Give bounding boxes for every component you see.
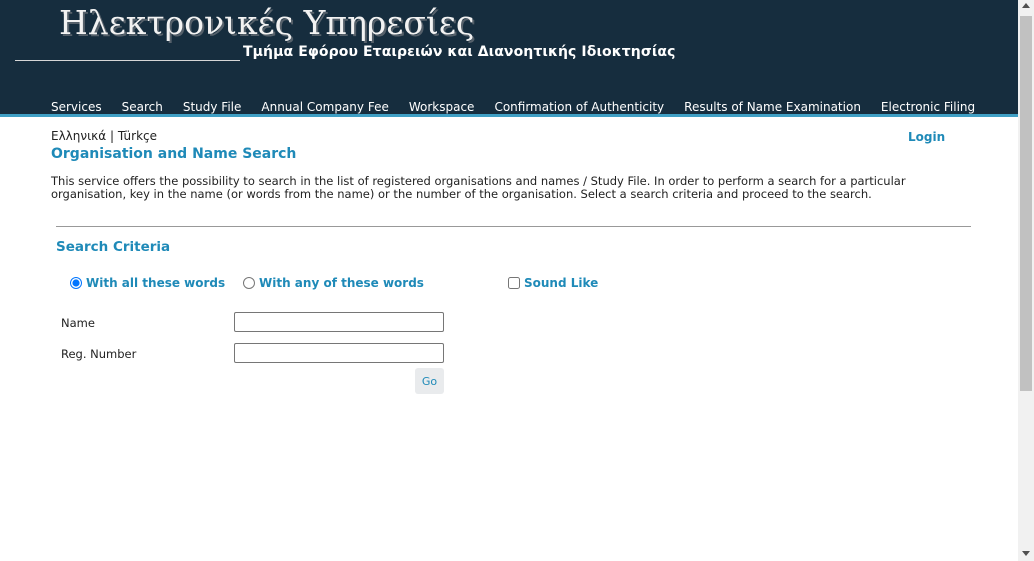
all-words-label[interactable]: With all these words [86,276,225,290]
option-sound-like: Sound Like [508,276,598,290]
option-all-words: With all these words [70,276,225,290]
section-divider [56,226,971,227]
reg-number-input[interactable] [234,343,444,363]
lang-turkish-link[interactable]: Türkçe [118,129,157,143]
site-subtitle: Τμήμα Εφόρου Εταιρειών και Διανοητικής Ι… [243,44,676,60]
site-title: Ηλεκτρονικές Υπηρεσίες [59,3,475,42]
nav-item-annual-company-fee[interactable]: Annual Company Fee [261,100,388,114]
nav-item-services[interactable]: Services [51,100,102,114]
lang-greek-link[interactable]: Ελληνικά [51,129,106,143]
login-link[interactable]: Login [908,130,945,144]
vertical-scrollbar[interactable] [1018,0,1034,561]
name-label: Name [61,316,95,330]
header-accent-stripe [0,114,1018,117]
site-header: Ηλεκτρονικές Υπηρεσίες Τμήμα Εφόρου Εται… [0,0,1018,114]
nav-item-electronic-filing[interactable]: Electronic Filing [881,100,975,114]
search-criteria-title: Search Criteria [56,239,171,255]
main-nav: Services Search Study File Annual Compan… [51,100,995,114]
sound-like-label[interactable]: Sound Like [524,276,598,290]
any-words-radio[interactable] [243,277,255,289]
name-input[interactable] [234,312,444,332]
nav-item-search[interactable]: Search [122,100,163,114]
nav-item-confirmation-of-authenticity[interactable]: Confirmation of Authenticity [494,100,664,114]
page-description: This service offers the possibility to s… [51,174,906,201]
lang-separator: | [109,129,115,143]
nav-item-results-of-name-examination[interactable]: Results of Name Examination [684,100,861,114]
scroll-thumb[interactable] [1020,16,1032,391]
page-title: Organisation and Name Search [51,146,297,162]
option-any-words: With any of these words [243,276,424,290]
go-button[interactable]: Go [415,368,444,394]
reg-number-label: Reg. Number [61,347,137,361]
all-words-radio[interactable] [70,277,82,289]
nav-item-study-file[interactable]: Study File [183,100,242,114]
language-switcher: Ελληνικά | Türkçe [51,129,157,143]
any-words-label[interactable]: With any of these words [259,276,424,290]
title-underline [15,60,240,61]
sound-like-checkbox[interactable] [508,277,520,289]
nav-item-workspace[interactable]: Workspace [409,100,475,114]
scroll-up-arrow-icon[interactable] [1022,3,1030,8]
scroll-down-arrow-icon[interactable] [1022,551,1030,556]
